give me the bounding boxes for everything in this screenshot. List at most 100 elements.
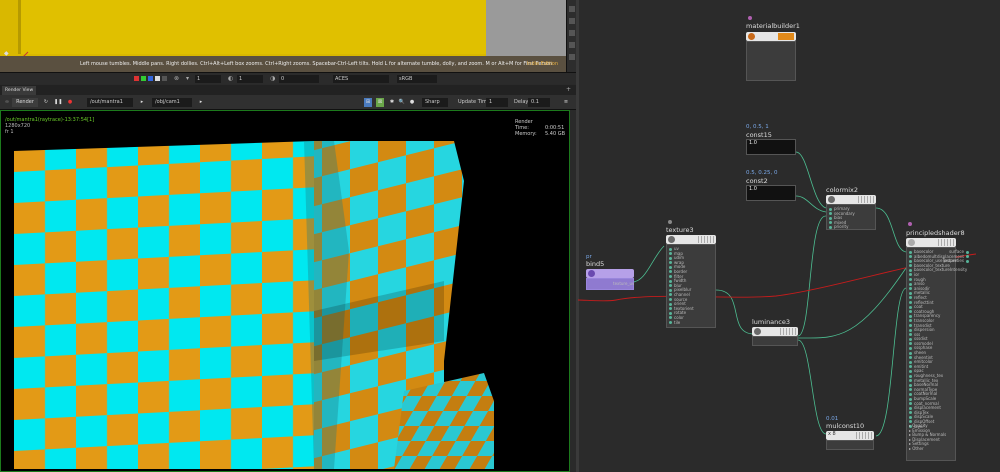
node-header[interactable] — [752, 327, 798, 336]
port-list: primary secondary bias mixed priority — [829, 206, 855, 230]
node-bars — [698, 236, 714, 243]
node-body: primary secondary bias mixed priority — [826, 204, 876, 230]
render-stats: Render Time: 0:00:51 Memory: 5.40 GB — [515, 119, 565, 137]
stop-icon[interactable]: ● — [66, 98, 74, 107]
luminance-channel-icon[interactable] — [162, 76, 167, 81]
render-button[interactable]: Render — [12, 98, 38, 107]
node-name: materialbuilder1 — [746, 22, 800, 30]
camera-select-icon[interactable]: ▸ — [138, 98, 146, 107]
node-icon — [754, 328, 761, 335]
node-header[interactable] — [586, 269, 634, 278]
node-body[interactable]: 1.0 — [746, 185, 796, 201]
color-icon[interactable]: ● — [408, 98, 416, 107]
delay-label: Delay — [514, 99, 529, 105]
houdini-window: ◆ ● Left mouse tumbles. Middle pans. Rig… — [0, 0, 1000, 472]
shader-output-port[interactable]: properties — [937, 258, 969, 264]
rop-path-field[interactable]: /out/mantra1 — [87, 98, 133, 107]
pause-icon[interactable]: ❚❚ — [54, 98, 62, 107]
node-bars — [858, 196, 874, 203]
alpha-channel-icon[interactable] — [155, 76, 160, 81]
node-header[interactable] — [826, 195, 876, 204]
node-body — [746, 41, 796, 81]
node-flag — [668, 220, 672, 224]
node-header[interactable] — [666, 235, 716, 244]
node-body — [826, 440, 874, 450]
target-icon[interactable]: ⊗ — [174, 75, 179, 82]
zoom-icon[interactable]: 🔍 — [398, 98, 406, 107]
render-toolbar: ∞ Render ↻ ❚❚ ● /out/mantra1 ▸ /obj/cam1… — [0, 95, 576, 110]
node-name: const15 — [746, 131, 772, 139]
viewport-right-toolbar — [566, 0, 576, 72]
viewport-geometry-top — [18, 0, 496, 54]
toolbar-icon[interactable] — [569, 18, 575, 24]
node-bars — [938, 239, 954, 246]
red-channel-icon[interactable] — [134, 76, 139, 81]
gamma-field[interactable]: 1 — [195, 75, 221, 83]
region-icon[interactable]: ⊞ — [364, 98, 372, 107]
node-header[interactable]: x 8 — [826, 431, 874, 440]
scene-viewport[interactable]: ◆ ● Left mouse tumbles. Middle pans. Rig… — [0, 0, 566, 72]
node-flag — [908, 222, 912, 226]
edition-label: Indie Edition — [526, 61, 558, 67]
render-frame: fr 1 — [5, 129, 14, 135]
offset-field[interactable]: 0 — [279, 75, 319, 83]
shader-port-group[interactable]: ▸ Other — [909, 446, 946, 452]
node-flag — [748, 16, 752, 20]
memory-label: Memory: — [515, 131, 537, 137]
render-info: /out/mantra1(raytrace)-13:37:54[1] 1280x… — [5, 117, 94, 135]
preview-icon[interactable]: ⊠ — [376, 98, 384, 107]
node-name: colormix2 — [826, 186, 859, 194]
network-editor[interactable]: materialbuilder1 0, 0.5, 1 const15 1.0 0… — [576, 0, 1000, 472]
node-value: 0.5, 0.25, 0 — [746, 170, 778, 176]
node-body: texture_uv — [586, 278, 634, 290]
camera-path-field[interactable]: /obj/cam1 — [152, 98, 192, 107]
tab-render-view[interactable]: Render View — [2, 86, 36, 95]
node-icon — [828, 196, 835, 203]
menu-icon[interactable]: ≡ — [562, 98, 570, 107]
memory-value: 5.40 GB — [545, 131, 566, 137]
render-image-frame[interactable]: /out/mantra1(raytrace)-13:37:54[1] 1280x… — [0, 110, 570, 472]
add-tab-icon[interactable]: + — [566, 86, 571, 93]
viewport-geometry-side — [486, 0, 566, 56]
port-out: texture_uv — [613, 281, 635, 286]
lut-icon[interactable]: ◑ — [270, 75, 275, 82]
update-time-field[interactable]: 1 — [486, 98, 508, 107]
node-header[interactable] — [746, 32, 796, 41]
node-body — [752, 336, 798, 346]
toolbar-icon[interactable] — [569, 6, 575, 12]
render-time-label: Render Time: — [515, 119, 533, 131]
toolbar-icon[interactable] — [569, 30, 575, 36]
camera-options-icon[interactable]: ▸ — [197, 98, 205, 107]
output-dropdown[interactable]: sRGB — [397, 75, 437, 83]
node-name: const2 — [746, 177, 768, 185]
viewport-geometry-edge — [18, 0, 21, 54]
mode-dropdown[interactable]: Sharp — [422, 98, 448, 107]
panel-tabs: Render View + — [0, 85, 576, 95]
left-pane: ◆ ● Left mouse tumbles. Middle pans. Rig… — [0, 0, 576, 472]
refresh-icon[interactable]: ↻ — [42, 98, 50, 107]
viewport-hint-text: Left mouse tumbles. Middle pans. Right d… — [80, 61, 553, 67]
port-list: uv map udim wrap mode border filter fwid… — [669, 246, 694, 325]
light-icon[interactable]: ✱ — [388, 98, 396, 107]
link-icon[interactable]: ∞ — [4, 98, 10, 107]
node-name: texture3 — [666, 226, 694, 234]
node-body: uv map udim wrap mode border filter fwid… — [666, 244, 716, 328]
node-display: x 8 — [828, 431, 836, 437]
green-channel-icon[interactable] — [141, 76, 146, 81]
group-list: ▸ Opacity ▸ Emission ▸ Bump & Normals ▸ Dis… — [909, 423, 946, 452]
node-body[interactable]: 1.0 — [746, 139, 796, 155]
viewport-hint-bar: Left mouse tumbles. Middle pans. Right d… — [0, 56, 566, 72]
chevron-down-icon[interactable]: ▾ — [186, 75, 189, 82]
blue-channel-icon[interactable] — [148, 76, 153, 81]
texture-icon — [668, 236, 675, 243]
exposure-icon[interactable]: ◐ — [228, 75, 233, 82]
node-header[interactable] — [906, 238, 956, 247]
toolbar-icon[interactable] — [569, 42, 575, 48]
exposure-field[interactable]: 1 — [237, 75, 263, 83]
toolbar-icon[interactable] — [569, 54, 575, 60]
output-list: surface displacement properties — [937, 249, 969, 264]
node-bars — [856, 432, 872, 439]
material-icon — [748, 33, 755, 40]
color-space-dropdown[interactable]: ACES — [333, 75, 389, 83]
delay-field[interactable]: 0.1 — [528, 98, 550, 107]
